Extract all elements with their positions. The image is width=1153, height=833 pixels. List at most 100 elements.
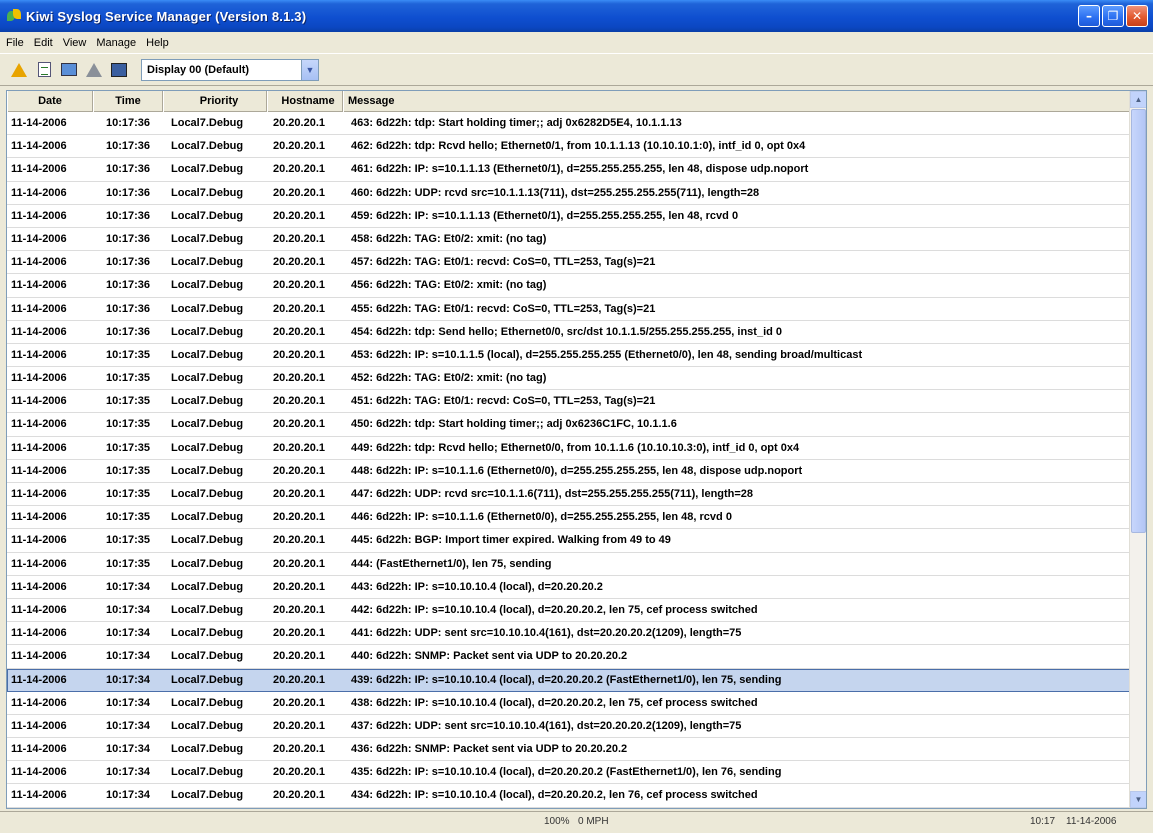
cell-date: 11-14-2006	[11, 140, 67, 153]
cell-priority: Local7.Debug	[171, 743, 244, 756]
table-row[interactable]: 11-14-2006 10:17:35 Local7.Debug 20.20.20.1…	[7, 390, 1131, 414]
menu-help[interactable]: Help	[146, 37, 169, 49]
column-header-priority[interactable]: Priority	[163, 91, 267, 112]
table-row[interactable]: 11-14-2006 10:17:34 Local7.Debug 20.20.20.1…	[7, 599, 1131, 623]
cell-time: 10:17:34	[105, 719, 151, 732]
cell-date: 11-14-2006	[11, 372, 67, 385]
cell-message: 454: 6d22h: tdp: Send hello; Ethernet0/0…	[351, 325, 783, 338]
toolbar-alert-button[interactable]	[8, 59, 30, 81]
table-row[interactable]: 11-14-2006 10:17:34 Local7.Debug 20.20.20.1…	[7, 576, 1131, 599]
syslog-grid[interactable]: Date Time Priority Hostname Message 11-1…	[6, 90, 1147, 809]
table-row[interactable]: 11-14-2006 10:17:35 Local7.Debug 20.20.20.1…	[7, 529, 1131, 553]
cell-hostname: 20.20.20.1	[273, 719, 325, 732]
table-row[interactable]: 11-14-2006 10:17:36 Local7.Debug 20.20.20.1…	[7, 251, 1131, 275]
toolbar-setup-button[interactable]	[108, 59, 130, 81]
scroll-down-button[interactable]: ▼	[1130, 791, 1146, 808]
cell-priority: Local7.Debug	[171, 534, 244, 547]
table-row[interactable]: 11-14-2006 10:17:35 Local7.Debug 20.20.20.1…	[7, 506, 1131, 530]
table-row[interactable]: 11-14-2006 10:17:34 Local7.Debug 20.20.20.1…	[7, 692, 1131, 715]
minimize-button[interactable]: –	[1078, 5, 1100, 27]
status-date: 11-14-2006	[1066, 816, 1117, 827]
cell-message: 436: 6d22h: SNMP: Packet sent via UDP to…	[351, 743, 628, 756]
cell-priority: Local7.Debug	[171, 766, 244, 779]
status-bar: 100% 0 MPH 10:17 11-14-2006	[0, 811, 1153, 833]
cell-message: 446: 6d22h: IP: s=10.1.1.6 (Ethernet0/0)…	[351, 511, 732, 524]
cell-priority: Local7.Debug	[171, 557, 244, 570]
cell-message: 447: 6d22h: UDP: rcvd src=10.1.1.6(711),…	[351, 488, 754, 500]
maximize-button[interactable]: ❐	[1102, 5, 1124, 27]
cell-date: 11-14-2006	[11, 117, 67, 129]
column-header-date[interactable]: Date	[7, 91, 93, 112]
cell-date: 11-14-2006	[11, 325, 67, 338]
table-row[interactable]: 11-14-2006 10:17:36 Local7.Debug 20.20.20.1…	[7, 205, 1131, 228]
cell-date: 11-14-2006	[11, 603, 67, 616]
table-row[interactable]: 11-14-2006 10:17:34 Local7.Debug 20.20.20.1…	[7, 784, 1131, 808]
cell-hostname: 20.20.20.1	[273, 348, 325, 361]
table-row[interactable]: 11-14-2006 10:17:35 Local7.Debug 20.20.20.1…	[7, 553, 1131, 576]
table-row[interactable]: 11-14-2006 10:17:35 Local7.Debug 20.20.20.1…	[7, 367, 1131, 391]
table-row[interactable]: 11-14-2006 10:17:34 Local7.Debug 20.20.20.1…	[7, 668, 1131, 692]
table-row[interactable]: 11-14-2006 10:17:36 Local7.Debug 20.20.20.1…	[7, 274, 1131, 298]
cell-hostname: 20.20.20.1	[273, 279, 325, 292]
toolbar-test-button[interactable]	[83, 59, 105, 81]
cell-time: 10:17:35	[105, 488, 151, 500]
scroll-up-button[interactable]: ▲	[1130, 91, 1146, 108]
toolbar-log-button[interactable]	[33, 59, 55, 81]
cell-hostname: 20.20.20.1	[273, 395, 325, 408]
cell-message: 460: 6d22h: UDP: rcvd src=10.1.1.13(711)…	[351, 186, 760, 199]
cell-hostname: 20.20.20.1	[273, 140, 325, 153]
cell-date: 11-14-2006	[11, 743, 67, 756]
warning-icon	[11, 62, 27, 77]
cell-time: 10:17:35	[105, 418, 151, 431]
table-row[interactable]: 11-14-2006 10:17:36 Local7.Debug 20.20.20.1…	[7, 321, 1131, 344]
table-row[interactable]: 11-14-2006 10:17:34 Local7.Debug 20.20.20.1…	[7, 738, 1131, 762]
cell-hostname: 20.20.20.1	[273, 743, 325, 756]
table-row[interactable]: 11-14-2006 10:17:36 Local7.Debug 20.20.20.1…	[7, 158, 1131, 182]
menu-manage[interactable]: Manage	[96, 37, 136, 49]
toolbar-display-button[interactable]	[58, 59, 80, 81]
cell-time: 10:17:35	[105, 464, 151, 477]
display-select[interactable]: Display 00 (Default) ▼	[141, 58, 319, 81]
cell-time: 10:17:36	[105, 302, 151, 315]
cell-message: 457: 6d22h: TAG: Et0/1: recvd: CoS=0, TT…	[351, 256, 656, 269]
cell-message: 461: 6d22h: IP: s=10.1.1.13 (Ethernet0/1…	[351, 163, 809, 176]
cell-priority: Local7.Debug	[171, 719, 244, 732]
column-header-message[interactable]: Message	[343, 91, 1131, 112]
table-row[interactable]: 11-14-2006 10:17:36 Local7.Debug 20.20.20.1…	[7, 182, 1131, 205]
scroll-thumb[interactable]	[1131, 109, 1146, 533]
table-row[interactable]: 11-14-2006 10:17:36 Local7.Debug 20.20.20.1…	[7, 298, 1131, 321]
title-bar[interactable]: Kiwi Syslog Service Manager (Version 8.1…	[0, 0, 1153, 32]
menu-edit[interactable]: Edit	[34, 37, 53, 49]
status-percent: 100%	[544, 816, 570, 827]
table-row[interactable]: 11-14-2006 10:17:34 Local7.Debug 20.20.20.1…	[7, 622, 1131, 646]
column-header-hostname[interactable]: Hostname	[267, 91, 343, 112]
table-row[interactable]: 11-14-2006 10:17:35 Local7.Debug 20.20.20.1…	[7, 413, 1131, 437]
cell-hostname: 20.20.20.1	[273, 580, 325, 593]
chevron-down-icon[interactable]: ▼	[301, 59, 318, 80]
cell-message: 440: 6d22h: SNMP: Packet sent via UDP to…	[351, 650, 628, 663]
table-row[interactable]: 11-14-2006 10:17:35 Local7.Debug 20.20.20.1…	[7, 437, 1131, 460]
cell-priority: Local7.Debug	[171, 673, 244, 686]
table-row[interactable]: 11-14-2006 10:17:34 Local7.Debug 20.20.20.1…	[7, 715, 1131, 739]
cell-hostname: 20.20.20.1	[273, 163, 325, 176]
cell-time: 10:17:34	[105, 673, 151, 686]
cell-hostname: 20.20.20.1	[273, 627, 325, 640]
cell-date: 11-14-2006	[11, 534, 67, 547]
table-row[interactable]: 11-14-2006 10:17:36 Local7.Debug 20.20.20.1…	[7, 112, 1131, 136]
table-row[interactable]: 11-14-2006 10:17:35 Local7.Debug 20.20.20.1…	[7, 483, 1131, 507]
display-select-value: Display 00 (Default)	[147, 63, 250, 76]
table-row[interactable]: 11-14-2006 10:17:35 Local7.Debug 20.20.20.1…	[7, 460, 1131, 483]
table-row[interactable]: 11-14-2006 10:17:35 Local7.Debug 20.20.20.1…	[7, 344, 1131, 368]
menu-view[interactable]: View	[63, 37, 87, 49]
cell-hostname: 20.20.20.1	[273, 464, 325, 477]
cell-priority: Local7.Debug	[171, 140, 244, 153]
menu-file[interactable]: File	[6, 37, 24, 49]
table-row[interactable]: 11-14-2006 10:17:34 Local7.Debug 20.20.20.1…	[7, 761, 1131, 785]
cell-date: 11-14-2006	[11, 348, 67, 361]
column-header-time[interactable]: Time	[93, 91, 163, 112]
table-row[interactable]: 11-14-2006 10:17:36 Local7.Debug 20.20.20.1…	[7, 135, 1131, 159]
vertical-scrollbar[interactable]: ▲ ▼	[1129, 91, 1146, 808]
table-row[interactable]: 11-14-2006 10:17:34 Local7.Debug 20.20.20.1…	[7, 645, 1131, 669]
close-button[interactable]: ✕	[1126, 5, 1148, 27]
table-row[interactable]: 11-14-2006 10:17:36 Local7.Debug 20.20.20.1…	[7, 228, 1131, 252]
